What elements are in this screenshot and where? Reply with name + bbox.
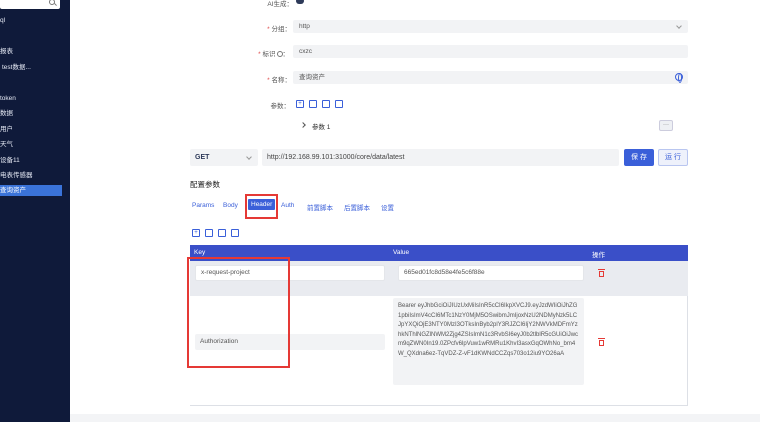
sidebar-search-input[interactable] — [0, 0, 60, 9]
id-input[interactable]: cxzc — [293, 45, 688, 58]
chevron-down-icon — [676, 23, 682, 29]
ai-toggle[interactable] — [296, 0, 304, 4]
import-header-icon[interactable] — [218, 229, 226, 237]
add-param-icon[interactable]: + — [296, 100, 304, 108]
sidebar-item-user[interactable]: 用户 — [0, 124, 13, 135]
delete-icon[interactable] — [598, 338, 605, 346]
http-method-select[interactable]: GET — [190, 149, 258, 166]
list-header-icon[interactable] — [231, 229, 239, 237]
column-value: Value — [393, 249, 410, 256]
http-method-value: GET — [195, 154, 210, 161]
id-label: * 标识： — [258, 51, 289, 58]
add-header-icon[interactable]: + — [192, 229, 200, 237]
param-more-button[interactable]: ··· — [659, 120, 673, 131]
tab-settings[interactable]: 设置 — [381, 202, 394, 212]
params-label: 参数： — [270, 103, 291, 110]
group-label: * 分组： — [267, 26, 292, 33]
footer-bar — [70, 414, 760, 422]
tab-body[interactable]: Body — [223, 202, 238, 209]
group-select[interactable]: http — [293, 20, 688, 33]
sidebar-item-test-data[interactable]: test数据... — [2, 62, 31, 73]
edit-header-icon[interactable] — [205, 229, 213, 237]
sidebar-item-query-assets[interactable]: 查询资产 — [0, 185, 62, 196]
column-key: Key — [194, 249, 206, 256]
sidebar-item-token[interactable]: token — [0, 93, 16, 104]
save-button[interactable]: 保 存 — [624, 149, 654, 166]
param-row-label: 参数 1 — [312, 124, 331, 131]
column-action: 操作 — [592, 252, 605, 259]
import-param-icon[interactable] — [322, 100, 330, 108]
name-label-text: 名称： — [271, 77, 292, 84]
tab-pre-script[interactable]: 前置脚本 — [307, 202, 333, 212]
tab-params[interactable]: Params — [192, 202, 214, 209]
sidebar-item-data[interactable]: 数据 — [0, 108, 13, 119]
config-title: 配置参数 — [190, 180, 220, 189]
sidebar-item-meter-sensor[interactable]: 电表传感器 — [0, 170, 33, 181]
help-icon — [276, 51, 283, 57]
list-param-icon[interactable] — [335, 100, 343, 108]
sidebar-item-ql[interactable]: ql — [0, 15, 5, 26]
search-icon[interactable] — [49, 0, 55, 5]
delete-icon[interactable] — [598, 269, 605, 277]
group-select-value: http — [299, 23, 310, 30]
table-border — [687, 296, 688, 406]
ai-generate-label: AI生成： — [267, 1, 293, 8]
key-column-highlight — [187, 257, 290, 368]
header-tab-highlight — [245, 194, 278, 219]
tab-post-script[interactable]: 后置脚本 — [344, 202, 370, 212]
header-value-input[interactable]: 665ed01fc8d58e4fe5c6f88e — [398, 265, 584, 281]
param-collapse-row[interactable]: 参数 1 ··· — [292, 118, 687, 134]
sidebar-item-device11[interactable]: 设备11 — [0, 155, 20, 166]
edit-param-icon[interactable] — [309, 100, 317, 108]
id-label-text: 标识 — [262, 51, 276, 58]
name-input[interactable]: 查询资产 — [293, 71, 688, 84]
name-label: * 名称： — [267, 77, 292, 84]
chevron-down-icon — [246, 154, 252, 160]
table-border — [190, 405, 688, 406]
sidebar-item-report[interactable]: 报表 — [0, 46, 13, 57]
name-input-value: 查询资产 — [299, 74, 325, 81]
sidebar: ql 报表 test数据... token 数据 用户 天气 设备11 电表传感… — [0, 0, 70, 422]
chevron-right-icon[interactable] — [300, 122, 306, 128]
group-label-text: 分组： — [271, 26, 292, 33]
header-value-input[interactable]: Bearer eyJhbGciOiJIUzUxMiIsInR5cCI6IkpXV… — [393, 298, 584, 385]
run-button[interactable]: 运 行 — [658, 149, 688, 166]
sidebar-item-label: test数据... — [2, 64, 31, 71]
url-input[interactable]: http://192.168.99.101:31000/core/data/la… — [262, 149, 619, 166]
tab-auth[interactable]: Auth — [281, 202, 294, 209]
globe-icon[interactable] — [675, 73, 683, 83]
sidebar-item-weather[interactable]: 天气 — [0, 139, 13, 150]
